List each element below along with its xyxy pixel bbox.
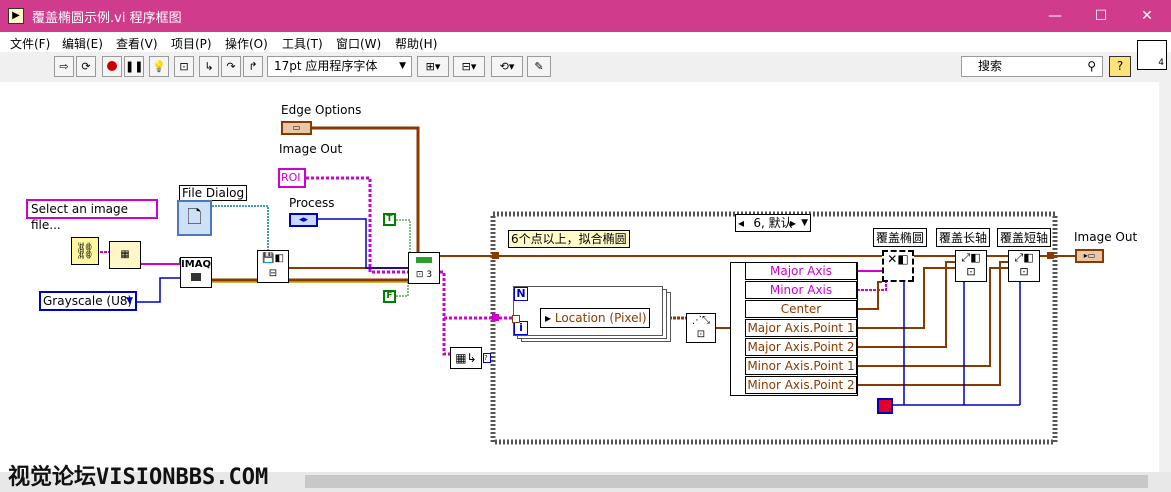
- menu-help[interactable]: 帮助(H): [395, 35, 437, 52]
- overlay-minor-node[interactable]: ⤢◧ ⊡: [1008, 250, 1040, 282]
- overlay-ellipse-node[interactable]: ✕◧: [882, 250, 914, 282]
- true-wire: [396, 219, 411, 252]
- context-help-button[interactable]: ?: [1109, 56, 1131, 77]
- font-selector[interactable]: 17pt 应用程序字体 ▼: [267, 56, 412, 77]
- overlay-minor-label: 覆盖短轴: [997, 228, 1052, 247]
- menu-operate[interactable]: 操作(O): [225, 35, 268, 52]
- image-out-indicator[interactable]: ▸▭: [1075, 249, 1104, 263]
- edge-options-label: Edge Options: [281, 103, 362, 117]
- reorder-button[interactable]: ⟲▾: [491, 56, 523, 77]
- block-diagram[interactable]: Select an image file... File Dialog 🗋 ⛓ …: [0, 82, 1159, 472]
- image-reference-icon[interactable]: ⛓: [71, 237, 99, 265]
- unbundle-arrow-icon: ▸: [545, 311, 555, 325]
- image-out-label: Image Out: [279, 142, 343, 156]
- step-out-button[interactable]: ↱: [243, 56, 263, 77]
- loop-index-terminal: i: [514, 321, 528, 335]
- prop-major-axis-point-2[interactable]: Major Axis.Point 2: [745, 338, 857, 356]
- true-constant[interactable]: T: [383, 213, 396, 226]
- imaq-create-node[interactable]: IMAQ: [180, 257, 212, 288]
- vi-icon: 4: [1137, 40, 1167, 70]
- roi-indicator[interactable]: ROI: [278, 168, 306, 188]
- case-next-icon[interactable]: ▸: [790, 215, 796, 231]
- dropdown-arrow-icon: ▼: [126, 296, 133, 306]
- loop-tunnel: [512, 315, 520, 323]
- app-icon: ▶: [8, 8, 24, 24]
- pause-button[interactable]: ❚❚: [124, 56, 144, 77]
- maximize-button[interactable]: ☐: [1078, 0, 1124, 32]
- distribute-objects-button[interactable]: ⊟▾: [453, 56, 485, 77]
- scrollbar-thumb[interactable]: [305, 475, 1148, 488]
- prop-minor-axis-point-1[interactable]: Minor Axis.Point 1: [745, 357, 857, 375]
- case-tunnel-points: [492, 314, 499, 321]
- menu-view[interactable]: 查看(V): [116, 35, 158, 52]
- image-type-enum[interactable]: Grayscale (U8) ▼: [39, 291, 137, 311]
- find-edge-node[interactable]: ⊡ 3: [408, 252, 440, 284]
- imaq-read-file-node[interactable]: 💾◧ ⊟: [257, 250, 289, 283]
- watermark: 视觉论坛VISIONBBS.COM: [8, 465, 269, 490]
- array-size-terminal: ?: [483, 353, 491, 363]
- case-prev-icon[interactable]: ◂: [738, 215, 744, 231]
- menu-tools[interactable]: 工具(T): [282, 35, 323, 52]
- prop-minor-axis-point-2[interactable]: Minor Axis.Point 2: [745, 376, 857, 394]
- case-tunnel-in: [492, 252, 499, 259]
- search-input[interactable]: 搜索 ⚲: [961, 56, 1103, 77]
- file-dialog-node[interactable]: 🗋: [177, 200, 212, 236]
- process-wire: [318, 218, 408, 269]
- points-wire: [440, 270, 513, 320]
- edge-options-control[interactable]: ▭: [281, 121, 312, 135]
- toolbar: ⇨ ⟳ ❚❚ 💡 ⊡ ↳ ↷ ↱ 17pt 应用程序字体 ▼ ⊞▾ ⊟▾ ⟲▾ ✎…: [0, 52, 1171, 83]
- unbundle-location-node[interactable]: ▸ Location (Pixel): [540, 308, 650, 328]
- case-selector[interactable]: ◂ 6, 默认 ▸ ▼: [735, 214, 811, 232]
- run-continuously-button[interactable]: ⟳: [76, 56, 96, 77]
- align-objects-button[interactable]: ⊞▾: [417, 56, 449, 77]
- overlay-major-label: 覆盖长轴: [936, 228, 991, 247]
- case-tunnel-out: [1047, 252, 1054, 259]
- chevron-down-icon: ▼: [399, 61, 406, 71]
- array-subset-node[interactable]: ▦↳: [450, 347, 482, 369]
- vertical-scrollbar[interactable]: [1159, 82, 1171, 472]
- title-bar: ▶ 覆盖椭圆示例.vi 程序框图 — ☐ ✕: [0, 0, 1171, 32]
- step-into-button[interactable]: ↳: [199, 56, 219, 77]
- overlay-ellipse-label: 覆盖椭圆: [873, 228, 928, 247]
- case-comment: 6个点以上，拟合椭圆: [508, 230, 630, 248]
- abort-icon: [107, 61, 117, 71]
- run-button[interactable]: ⇨: [54, 56, 74, 77]
- search-icon: ⚲: [1087, 59, 1096, 73]
- process-enum[interactable]: ◂▸: [289, 213, 318, 227]
- false-constant[interactable]: F: [383, 290, 396, 303]
- step-over-button[interactable]: ↷: [221, 56, 241, 77]
- refnum-wire: [212, 205, 269, 250]
- image-out-indicator-label: Image Out: [1074, 230, 1138, 244]
- loop-count-terminal[interactable]: N: [514, 287, 528, 301]
- case-dropdown-icon[interactable]: ▼: [801, 215, 808, 231]
- prop-center[interactable]: Center: [745, 300, 857, 318]
- prop-minor-axis[interactable]: Minor Axis: [745, 281, 857, 299]
- abort-button[interactable]: [102, 56, 122, 77]
- menu-file[interactable]: 文件(F): [10, 35, 50, 52]
- window-title: 覆盖椭圆示例.vi 程序框图: [32, 11, 182, 26]
- process-label: Process: [289, 196, 335, 210]
- color-constant[interactable]: [877, 398, 893, 414]
- prop-major-axis-point-1[interactable]: Major Axis.Point 1: [745, 319, 857, 337]
- file-dialog-label: File Dialog: [179, 185, 248, 201]
- menu-bar: 文件(F) 编辑(E) 查看(V) 项目(P) 操作(O) 工具(T) 窗口(W…: [0, 32, 1171, 52]
- vi-icon-number: 4: [1158, 58, 1164, 68]
- retain-wire-values-button[interactable]: ⊡: [174, 56, 194, 77]
- enum-wire: [137, 277, 180, 303]
- prop-major-axis[interactable]: Major Axis: [745, 262, 857, 280]
- image-create-node[interactable]: ▦: [109, 241, 141, 269]
- close-button[interactable]: ✕: [1124, 0, 1170, 32]
- menu-project[interactable]: 项目(P): [171, 35, 212, 52]
- minimize-button[interactable]: —: [1032, 0, 1078, 32]
- clean-up-diagram-button[interactable]: ✎: [527, 56, 551, 77]
- overlay-major-node[interactable]: ⤢◧ ⊡: [955, 250, 987, 282]
- fit-ellipse-node[interactable]: ⋰⤡ ⊡: [686, 313, 716, 343]
- path-constant[interactable]: Select an image file...: [26, 199, 158, 232]
- highlight-execution-button[interactable]: 💡: [149, 56, 169, 77]
- menu-window[interactable]: 窗口(W): [336, 35, 381, 52]
- menu-edit[interactable]: 编辑(E): [62, 35, 103, 52]
